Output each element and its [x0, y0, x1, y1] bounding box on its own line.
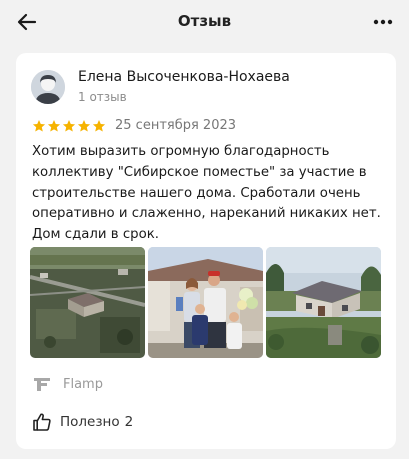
author-name[interactable]: Елена Высоченкова-Нохаева	[78, 69, 290, 85]
review-photo-house[interactable]	[266, 247, 381, 358]
star-icon	[92, 120, 106, 132]
star-rating	[32, 119, 106, 133]
user-silhouette-icon	[31, 70, 65, 104]
helpful-button[interactable]: Полезно 2	[32, 411, 133, 433]
source-label: Flamp	[63, 376, 103, 392]
review-photo-family[interactable]	[148, 247, 263, 358]
review-date: 25 сентября 2023	[115, 118, 237, 133]
star-icon	[77, 120, 91, 132]
star-icon	[62, 120, 76, 132]
star-icon	[32, 120, 46, 132]
house-photo	[266, 247, 381, 358]
review-card: Елена Высоченкова-Нохаева 1 отзыв 25 сен…	[16, 53, 396, 449]
flamp-logo-icon	[34, 378, 50, 391]
thumbs-up-icon	[33, 413, 51, 431]
more-horizontal-icon[interactable]	[373, 12, 393, 32]
aerial-site-photo	[30, 247, 145, 358]
top-bar: Отзыв	[0, 0, 409, 44]
photo-gallery	[30, 247, 382, 358]
review-text: Хотим выразить огромную благодарность ко…	[32, 144, 381, 243]
avatar[interactable]	[31, 70, 65, 104]
author-review-count: 1 отзыв	[78, 90, 127, 104]
family-photo	[148, 247, 263, 358]
page-title: Отзыв	[177, 12, 232, 30]
helpful-count: 2	[124, 414, 134, 430]
star-icon	[47, 120, 61, 132]
review-source: Flamp	[33, 375, 103, 393]
helpful-label: Полезно	[60, 414, 120, 430]
review-photo-aerial[interactable]	[30, 247, 145, 358]
